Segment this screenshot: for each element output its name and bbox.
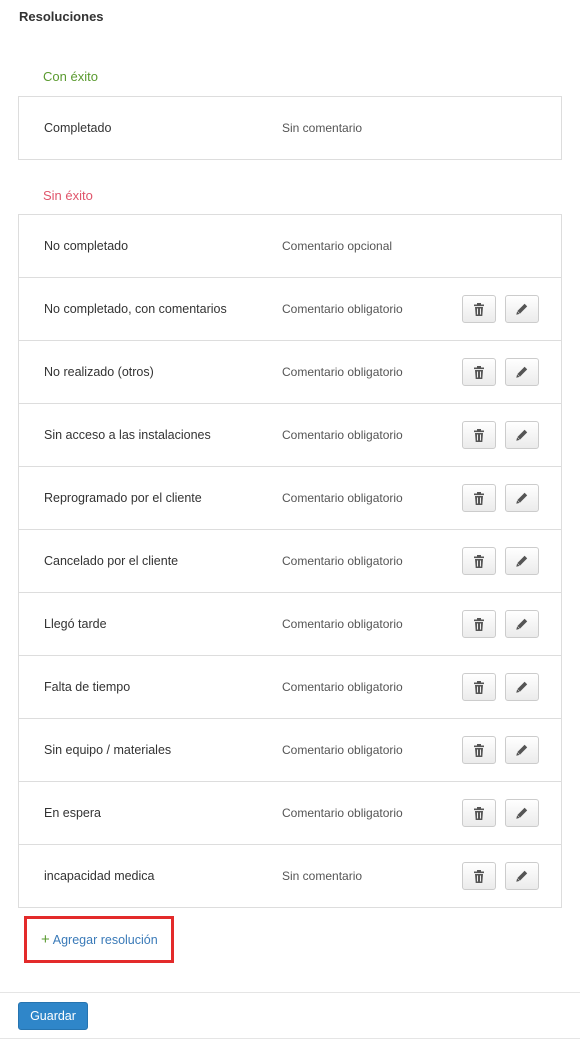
edit-button[interactable]: [505, 358, 539, 386]
edit-button[interactable]: [505, 547, 539, 575]
table-row: No completado, con comentarios Comentario…: [19, 278, 561, 341]
edit-button[interactable]: [505, 484, 539, 512]
resolution-name: Falta de tiempo: [44, 680, 131, 694]
delete-button[interactable]: [462, 358, 496, 386]
pencil-icon: [516, 303, 528, 315]
page-title: Resoluciones: [19, 9, 104, 24]
edit-button[interactable]: [505, 799, 539, 827]
resolution-comment-type: Sin comentario: [282, 869, 363, 883]
resolution-name: incapacidad medica: [44, 869, 155, 883]
resolution-comment-type: Comentario obligatorio: [282, 365, 403, 379]
resolution-name: No completado: [44, 239, 129, 253]
resolution-name: No realizado (otros): [44, 365, 154, 379]
table-row: Llegó tarde Comentario obligatorio: [19, 593, 561, 656]
delete-button[interactable]: [462, 736, 496, 764]
delete-button[interactable]: [462, 295, 496, 323]
edit-button[interactable]: [505, 862, 539, 890]
table-row: Sin acceso a las instalaciones Comentario…: [19, 404, 561, 467]
resolution-comment-type: Comentario obligatorio: [282, 302, 403, 316]
trash-icon: [473, 365, 485, 379]
pencil-icon: [516, 744, 528, 756]
footer-divider: [0, 992, 580, 993]
table-row: incapacidad medica Sin comentario: [19, 845, 561, 908]
resolution-comment-type: Comentario obligatorio: [282, 743, 403, 757]
fail-resolutions-table: No completado Comentario opcional No compl…: [18, 214, 562, 908]
table-row: No completado Comentario opcional: [19, 215, 561, 278]
resolution-comment-type: Comentario obligatorio: [282, 680, 403, 694]
resolution-comment-type: Comentario obligatorio: [282, 806, 403, 820]
resolution-name: Cancelado por el cliente: [44, 554, 179, 568]
bottom-divider: [0, 1038, 580, 1039]
edit-button[interactable]: [505, 421, 539, 449]
resolution-comment-type: Comentario obligatorio: [282, 428, 403, 442]
plus-icon: +: [41, 931, 50, 948]
resolution-name: Llegó tarde: [44, 617, 107, 631]
pencil-icon: [516, 618, 528, 630]
edit-button[interactable]: [505, 610, 539, 638]
trash-icon: [473, 743, 485, 757]
success-section-heading: Con éxito: [43, 69, 98, 84]
resolution-name: Sin equipo / materiales: [44, 743, 172, 757]
resolution-name: Completado: [44, 121, 112, 135]
resolution-comment-type: Comentario obligatorio: [282, 554, 403, 568]
table-row: Falta de tiempo Comentario obligatorio: [19, 656, 561, 719]
delete-button[interactable]: [462, 547, 496, 575]
pencil-icon: [516, 681, 528, 693]
trash-icon: [473, 680, 485, 694]
trash-icon: [473, 806, 485, 820]
save-button[interactable]: Guardar: [18, 1002, 88, 1030]
table-row: Completado Sin comentario: [19, 97, 561, 160]
edit-button[interactable]: [505, 295, 539, 323]
delete-button[interactable]: [462, 799, 496, 827]
table-row: Reprogramado por el cliente Comentario ob…: [19, 467, 561, 530]
edit-button[interactable]: [505, 673, 539, 701]
resolution-comment-type: Sin comentario: [282, 121, 363, 135]
trash-icon: [473, 554, 485, 568]
delete-button[interactable]: [462, 862, 496, 890]
add-resolution-link[interactable]: + Agregar resolución: [24, 916, 174, 963]
table-row: No realizado (otros) Comentario obligator…: [19, 341, 561, 404]
trash-icon: [473, 302, 485, 316]
pencil-icon: [516, 429, 528, 441]
table-row: Sin equipo / materiales Comentario obliga…: [19, 719, 561, 782]
table-row: Cancelado por el cliente Comentario oblig…: [19, 530, 561, 593]
resolution-name: En espera: [44, 806, 101, 820]
success-resolutions-table: Completado Sin comentario: [18, 96, 562, 160]
trash-icon: [473, 869, 485, 883]
pencil-icon: [516, 492, 528, 504]
fail-section-heading: Sin éxito: [43, 188, 93, 203]
resolution-comment-type: Comentario obligatorio: [282, 491, 403, 505]
trash-icon: [473, 428, 485, 442]
resolution-name: No completado, con comentarios: [44, 302, 227, 316]
delete-button[interactable]: [462, 484, 496, 512]
pencil-icon: [516, 807, 528, 819]
delete-button[interactable]: [462, 673, 496, 701]
resolution-name: Sin acceso a las instalaciones: [44, 428, 211, 442]
table-row: En espera Comentario obligatorio: [19, 782, 561, 845]
delete-button[interactable]: [462, 610, 496, 638]
trash-icon: [473, 491, 485, 505]
trash-icon: [473, 617, 485, 631]
resolution-name: Reprogramado por el cliente: [44, 491, 202, 505]
delete-button[interactable]: [462, 421, 496, 449]
add-resolution-label: Agregar resolución: [52, 932, 158, 947]
resolution-comment-type: Comentario opcional: [282, 239, 393, 253]
resolution-comment-type: Comentario obligatorio: [282, 617, 403, 631]
edit-button[interactable]: [505, 736, 539, 764]
pencil-icon: [516, 870, 528, 882]
pencil-icon: [516, 366, 528, 378]
pencil-icon: [516, 555, 528, 567]
